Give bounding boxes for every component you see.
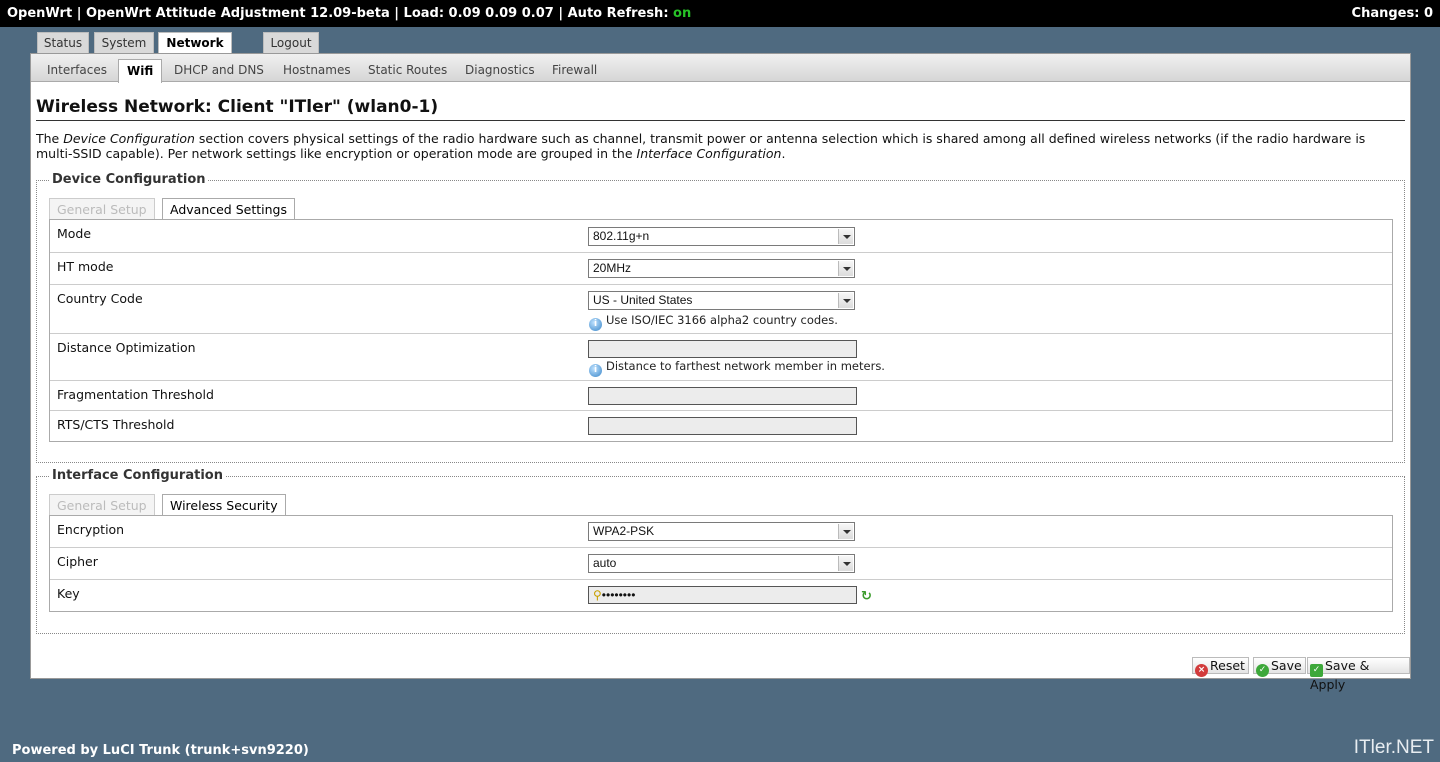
country-code-label: Country Code [57,291,143,306]
chevron-down-icon [838,229,853,244]
chevron-down-icon [838,293,853,308]
key-icon: ⚲ [593,588,602,602]
ht-mode-label: HT mode [57,259,114,274]
info-icon: i [589,318,602,331]
interface-config-form: Encryption WPA2-PSK Cipher auto Key ⚲•••… [49,515,1393,612]
encryption-label: Encryption [57,522,125,537]
tab-network[interactable]: Network [158,32,232,55]
subtab-firewall[interactable]: Firewall [544,59,605,82]
form-row-ht-mode: HT mode 20MHz [50,253,1392,285]
tab-logout[interactable]: Logout [263,32,319,54]
tab-general-setup[interactable]: General Setup [49,494,155,516]
save-icon: ✓ [1256,664,1269,677]
watermark: ITler.NET [1353,737,1434,758]
section-legend: Interface Configuration [50,468,225,483]
chevron-down-icon [838,524,853,539]
country-code-select[interactable]: US - United States [588,291,855,310]
mode-label: Mode [57,226,92,241]
status-bar: OpenWrt | OpenWrt Attitude Adjustment 12… [0,0,1440,27]
section-legend: Device Configuration [50,172,208,187]
chevron-down-icon [838,261,853,276]
subtab-wifi[interactable]: Wifi [118,59,163,83]
subtab-interfaces[interactable]: Interfaces [39,59,115,82]
tab-wireless-security[interactable]: Wireless Security [162,494,286,516]
reset-button[interactable]: × Reset [1192,657,1249,677]
key-value: •••••••• [601,588,636,602]
tab-system[interactable]: System [94,32,154,54]
auto-refresh-toggle[interactable]: on [673,6,691,21]
tab-advanced-settings[interactable]: Advanced Settings [162,198,295,220]
fragmentation-input[interactable] [588,387,857,405]
subtab-hostnames[interactable]: Hostnames [275,59,359,82]
reset-label: Reset [1210,658,1245,673]
form-row-rts-cts: RTS/CTS Threshold [50,411,1392,441]
status-text: OpenWrt | OpenWrt Attitude Adjustment 12… [7,6,674,21]
device-configuration-section: Device Configuration General Setup Advan… [36,172,1405,463]
form-row-encryption: Encryption WPA2-PSK [50,516,1392,548]
distance-input[interactable] [588,340,857,358]
rts-cts-label: RTS/CTS Threshold [57,417,175,432]
cipher-label: Cipher [57,554,98,569]
page-title: Wireless Network: Client "ITler" (wlan0-… [36,97,1405,121]
subtab-static-routes[interactable]: Static Routes [360,59,455,82]
desc-text: . [781,146,786,161]
desc-text: The [36,131,64,146]
save-apply-button[interactable]: ✓ Save & Apply [1307,657,1410,692]
save-label: Save [1271,658,1302,673]
ht-mode-value: 20MHz [593,261,632,275]
chevron-down-icon [838,556,853,571]
save-button[interactable]: ✓ Save [1253,657,1306,677]
cipher-value: auto [593,556,617,570]
distance-label: Distance Optimization [57,340,196,355]
form-row-cipher: Cipher auto [50,548,1392,580]
info-icon: i [589,364,602,377]
device-config-form: Mode 802.11g+n HT mode 20MHz Country Cod… [49,219,1393,442]
desc-emphasis: Device Configuration [63,131,195,146]
fragmentation-label: Fragmentation Threshold [57,387,214,402]
form-row-mode: Mode 802.11g+n [50,220,1392,253]
form-row-key: Key ⚲•••••••• ↻ [50,580,1392,611]
tab-general-setup[interactable]: General Setup [49,198,155,220]
country-code-hint: i Use ISO/IEC 3166 alpha2 country codes. [589,313,838,331]
reset-icon: × [1195,664,1208,677]
key-label: Key [57,586,80,601]
apply-icon: ✓ [1310,664,1323,677]
mode-select[interactable]: 802.11g+n [588,227,855,246]
encryption-select[interactable]: WPA2-PSK [588,522,855,541]
country-code-value: US - United States [593,293,693,307]
form-row-distance: Distance Optimization i Distance to farth… [50,334,1392,381]
subtab-diagnostics[interactable]: Diagnostics [457,59,543,82]
form-row-country-code: Country Code US - United States i Use ISO… [50,285,1392,334]
cipher-select[interactable]: auto [588,554,855,573]
refresh-icon[interactable]: ↻ [861,589,872,604]
hint-text: Use ISO/IEC 3166 alpha2 country codes. [606,313,838,327]
key-input[interactable]: ⚲•••••••• [588,586,857,604]
rts-cts-input[interactable] [588,417,857,435]
encryption-value: WPA2-PSK [593,524,655,538]
hint-text: Distance to farthest network member in m… [606,359,885,373]
changes-counter[interactable]: Changes: 0 [1352,0,1433,27]
mode-value: 802.11g+n [593,229,650,243]
footer-text: Powered by LuCI Trunk (trunk+svn9220) [12,743,309,758]
content-panel: Interfaces Wifi DHCP and DNS Hostnames S… [30,53,1411,692]
ht-mode-select[interactable]: 20MHz [588,259,855,278]
subtab-dhcp-dns[interactable]: DHCP and DNS [166,59,272,82]
interface-configuration-section: Interface Configuration General Setup Wi… [36,468,1405,634]
desc-emphasis: Interface Configuration [636,146,782,161]
tab-status[interactable]: Status [37,32,89,54]
sub-tabs: Interfaces Wifi DHCP and DNS Hostnames S… [31,54,1410,83]
page-description: The Device Configuration section covers … [36,131,1386,161]
distance-hint: i Distance to farthest network member in … [589,359,885,377]
form-row-fragmentation: Fragmentation Threshold [50,381,1392,411]
